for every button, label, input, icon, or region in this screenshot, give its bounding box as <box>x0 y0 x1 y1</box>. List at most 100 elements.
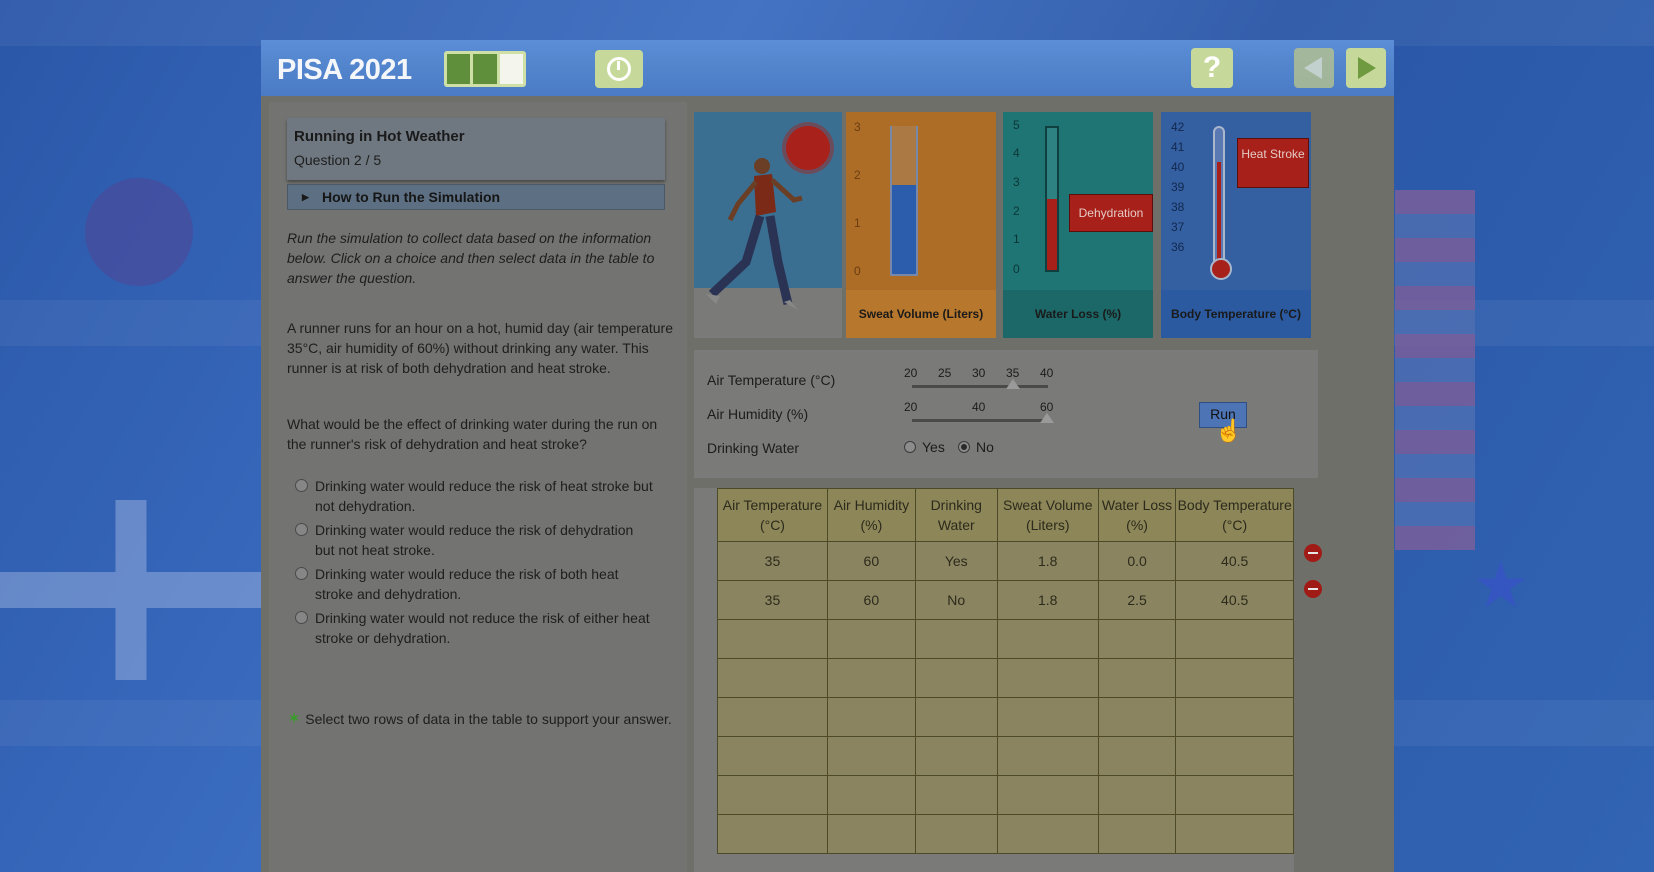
drinking-water-yes[interactable]: Yes <box>904 439 945 455</box>
help-button[interactable]: ? <box>1191 48 1233 88</box>
star-icon: ✶ <box>287 709 302 728</box>
gauge-tick: 5 <box>1013 118 1020 132</box>
table-row[interactable] <box>717 658 1294 698</box>
previous-button[interactable] <box>1294 48 1334 88</box>
table-row[interactable] <box>717 619 1294 659</box>
answer-choice-label: Drinking water would not reduce the risk… <box>315 610 650 646</box>
table-cell <box>1175 658 1294 698</box>
table-cell: 35 <box>717 580 828 620</box>
question-panel: Running in Hot Weather Question 2 / 5 ▶ … <box>269 102 687 872</box>
table-cell <box>996 775 1099 815</box>
body-temperature-label: Body Temperature (°C) <box>1161 290 1311 338</box>
table-cell: 40.5 <box>1175 541 1294 581</box>
table-cell <box>826 814 916 854</box>
how-to-run-toggle[interactable]: ▶ How to Run the Simulation <box>287 184 665 210</box>
radio-button[interactable] <box>904 441 916 453</box>
brand-title: PISA 2021 <box>277 54 412 86</box>
drinking-water-yes-label: Yes <box>922 439 945 455</box>
gauge-tick: 4 <box>1013 146 1020 160</box>
table-cell <box>1097 736 1177 776</box>
test-window: PISA 2021 ? Running in Hot Weather Quest… <box>261 40 1394 872</box>
simulation-controls: Air Temperature (°C) 20 25 30 35 40 Air … <box>694 350 1318 478</box>
drinking-water-no[interactable]: No <box>958 439 994 455</box>
column-header: Air Temperature (°C) <box>717 488 828 542</box>
table-cell: 1.8 <box>996 541 1099 581</box>
radio-button-selected[interactable] <box>958 441 970 453</box>
gauge-tick: 2 <box>854 168 861 182</box>
gauge-tick: 37 <box>1171 220 1185 234</box>
gauge-tick: 1 <box>854 216 861 230</box>
table-cell <box>996 814 1099 854</box>
table-row[interactable]: 35 60 Yes 1.8 0.0 40.5 <box>717 541 1294 581</box>
table-cell <box>1097 697 1177 737</box>
air-humidity-slider[interactable] <box>912 419 1048 422</box>
gauge-tick: 42 <box>1171 120 1185 134</box>
table-row[interactable]: 35 60 No 1.8 2.5 40.5 <box>717 580 1294 620</box>
slider-tick-label: 20 <box>904 400 918 414</box>
clock-icon <box>607 57 631 81</box>
radio-button[interactable] <box>295 611 308 624</box>
timer-button[interactable] <box>595 50 643 88</box>
slider-tick-label: 25 <box>938 366 952 380</box>
table-cell: 60 <box>826 580 916 620</box>
hint-label: Select two rows of data in the table to … <box>305 711 672 727</box>
table-cell <box>826 697 916 737</box>
table-cell <box>1175 697 1294 737</box>
table-row[interactable] <box>717 775 1294 815</box>
drinking-water-label: Drinking Water <box>707 440 800 456</box>
delete-row-icon[interactable] <box>1304 580 1322 598</box>
table-row[interactable] <box>717 814 1294 854</box>
hint-text: ✶ Select two rows of data in the table to… <box>287 708 677 730</box>
progress-segment <box>447 54 471 84</box>
delete-row-icon[interactable] <box>1304 544 1322 562</box>
air-temperature-slider-thumb[interactable] <box>1006 379 1020 389</box>
gauge-tick: 38 <box>1171 200 1185 214</box>
body-temperature-gauge: 42 41 40 39 38 37 36 Heat Stroke Body Te… <box>1161 112 1311 338</box>
table-row[interactable] <box>717 697 1294 737</box>
air-humidity-slider-thumb[interactable] <box>1040 413 1054 423</box>
table-cell <box>826 619 916 659</box>
answer-choice-label: Drinking water would reduce the risk of … <box>315 566 619 602</box>
table-cell <box>914 736 998 776</box>
question-prompt: What would be the effect of drinking wat… <box>287 416 658 452</box>
scenario-text: A runner runs for an hour on a hot, humi… <box>287 320 673 376</box>
background-star-icon: ★ <box>1472 549 1530 621</box>
table-cell <box>996 619 1099 659</box>
table-row[interactable] <box>717 736 1294 776</box>
table-cell <box>1097 658 1177 698</box>
gauge-tick: 2 <box>1013 204 1020 218</box>
table-cell <box>717 658 828 698</box>
radio-button[interactable] <box>295 523 308 536</box>
answer-choice-label: Drinking water would reduce the risk of … <box>315 478 653 514</box>
radio-button[interactable] <box>295 567 308 580</box>
heat-stroke-alert: Heat Stroke <box>1237 138 1309 188</box>
next-button[interactable] <box>1346 48 1386 88</box>
arrow-right-icon <box>1358 57 1376 79</box>
table-cell <box>1175 736 1294 776</box>
progress-segment-current <box>499 54 523 84</box>
drinking-water-no-label: No <box>976 439 994 455</box>
thermometer-icon <box>1213 126 1225 262</box>
table-cell <box>1097 814 1177 854</box>
table-cell <box>996 736 1099 776</box>
slider-tick-label: 40 <box>972 400 986 414</box>
arrow-left-icon <box>1304 57 1322 79</box>
table-cell <box>826 775 916 815</box>
slider-tick-label: 30 <box>972 366 986 380</box>
top-bar: PISA 2021 ? <box>261 40 1394 96</box>
body-temperature-fill <box>1217 161 1221 260</box>
background-flag <box>0 500 262 680</box>
hand-cursor-icon: ☝ <box>1215 418 1243 443</box>
background-flag-stripes <box>1395 190 1475 550</box>
water-loss-label: Water Loss (%) <box>1003 290 1153 338</box>
gauge-tick: 39 <box>1171 180 1185 194</box>
table-cell: 2.5 <box>1097 580 1177 620</box>
water-loss-tube <box>1045 126 1059 272</box>
table-cell <box>717 814 828 854</box>
radio-button[interactable] <box>295 479 308 492</box>
air-temperature-slider[interactable] <box>912 385 1048 388</box>
table-cell: 0.0 <box>1097 541 1177 581</box>
table-cell: 40.5 <box>1175 580 1294 620</box>
gauge-tick: 36 <box>1171 240 1185 254</box>
progress-indicator <box>444 51 526 87</box>
